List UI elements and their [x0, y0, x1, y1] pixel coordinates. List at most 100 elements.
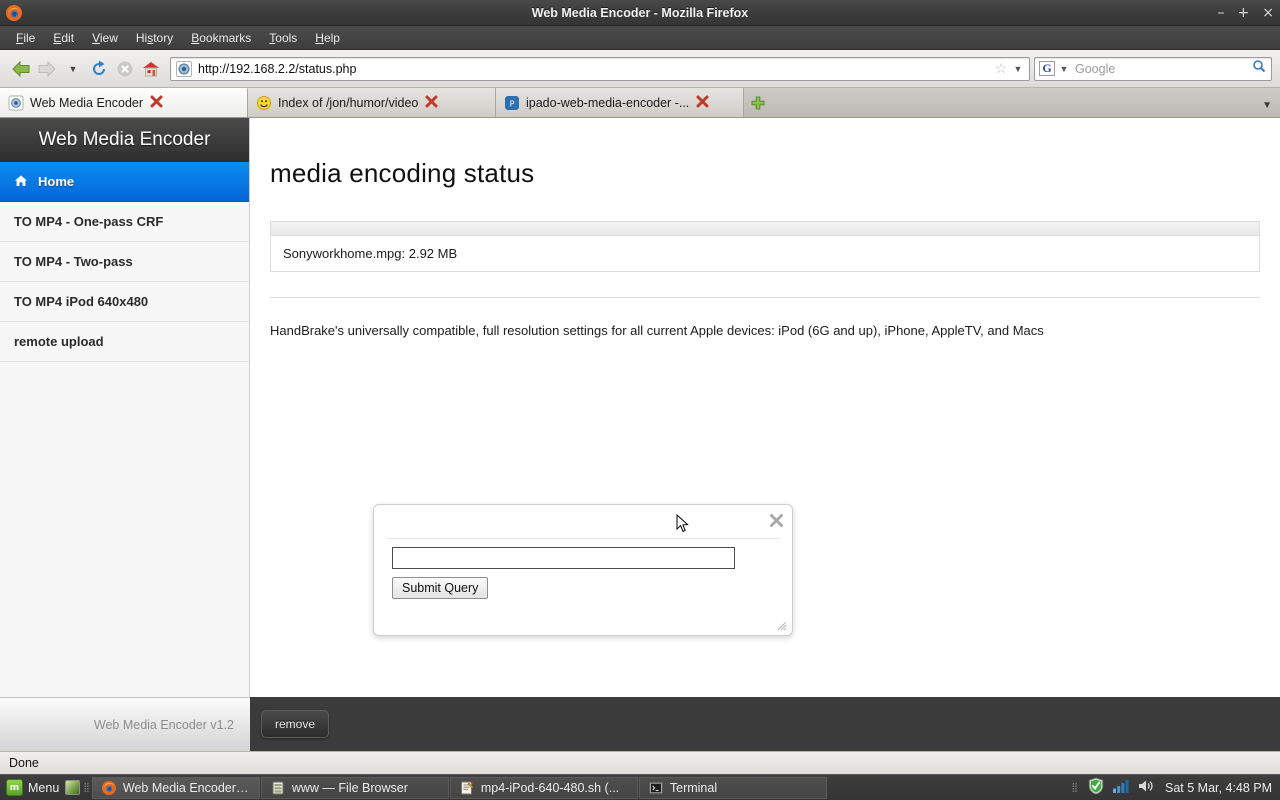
mint-logo-icon: m: [6, 779, 23, 796]
file-list-panel-header: [271, 222, 1259, 236]
new-tab-button[interactable]: [744, 88, 772, 117]
upload-modal-dialog[interactable]: Submit Query: [373, 504, 793, 636]
browser-tab-1[interactable]: Index of /jon/humor/video: [248, 88, 496, 117]
browser-statusbar: Done: [0, 751, 1280, 774]
sidebar-item-label: TO MP4 - One-pass CRF: [14, 214, 164, 229]
menu-help[interactable]: Help: [307, 28, 348, 48]
window-titlebar: Web Media Encoder - Mozilla Firefox – + …: [0, 0, 1280, 26]
taskbar-window-file-browser[interactable]: www — File Browser: [260, 776, 449, 799]
back-arrow-icon[interactable]: [8, 56, 34, 82]
taskbar-window-label: www — File Browser: [291, 780, 408, 795]
menu-tools[interactable]: Tools: [261, 28, 305, 48]
taskbar-window-script-editor[interactable]: mp4-iPod-640-480.sh (...: [449, 776, 638, 799]
file-list-panel: Sonyworkhome.mpg: 2.92 MB: [270, 221, 1260, 272]
home-icon[interactable]: [138, 56, 164, 82]
menu-view[interactable]: View: [84, 28, 126, 48]
sidebar-item-to-mp4-two-pass[interactable]: TO MP4 - Two-pass: [0, 242, 249, 282]
close-button[interactable]: ×: [1262, 6, 1274, 20]
star-icon[interactable]: ☆: [992, 60, 1010, 77]
file-browser-icon: [270, 780, 286, 796]
smiley-favicon-icon: [256, 95, 272, 111]
resize-grip-icon[interactable]: [776, 620, 788, 632]
page-title: media encoding status: [270, 158, 535, 188]
close-icon[interactable]: [149, 95, 163, 111]
sidebar-item-to-mp4-one-pass-crf[interactable]: TO MP4 - One-pass CRF: [0, 202, 249, 242]
sidebar-item-home[interactable]: Home: [0, 162, 249, 202]
tab-bar: Web Media Encoder Index of /jon/humor/vi…: [0, 88, 1280, 118]
network-signal-icon[interactable]: [1112, 778, 1130, 797]
sidebar-item-label: remote upload: [14, 334, 104, 349]
file-list-item: Sonyworkhome.mpg: 2.92 MB: [271, 236, 1259, 271]
maximize-button[interactable]: +: [1238, 6, 1250, 20]
submit-query-button[interactable]: Submit Query: [392, 577, 489, 599]
minimize-button[interactable]: –: [1218, 6, 1225, 20]
menu-history[interactable]: History: [128, 28, 181, 48]
chevron-down-icon[interactable]: ▼: [1010, 64, 1026, 74]
navigation-toolbar: ▼ http://192.168.2.2/status.php ☆ ▼ G ▼ …: [0, 50, 1280, 88]
tab-label: ipado-web-media-encoder -...: [526, 95, 690, 110]
search-bar[interactable]: G ▼ Google: [1034, 56, 1272, 81]
url-bar[interactable]: http://192.168.2.2/status.php ☆ ▼: [170, 56, 1030, 81]
chevron-down-icon[interactable]: ▼: [1057, 64, 1071, 74]
text-editor-icon: [459, 780, 475, 796]
app-brand-title: Web Media Encoder: [0, 118, 249, 162]
menu-file[interactable]: File: [8, 28, 43, 48]
menu-bookmarks[interactable]: Bookmarks: [183, 28, 259, 48]
menu-label: Menu: [28, 780, 60, 795]
content-footer: remove: [250, 697, 1280, 751]
project-favicon-icon: P: [504, 95, 520, 111]
window-controls: – + ×: [1218, 0, 1274, 26]
close-icon[interactable]: [424, 95, 438, 111]
clock[interactable]: Sat 5 Mar, 4:48 PM: [1162, 781, 1272, 795]
menubar: File Edit View History Bookmarks Tools H…: [0, 26, 1280, 50]
start-menu-button[interactable]: m Menu: [0, 775, 65, 800]
taskbar-window-terminal[interactable]: Terminal: [638, 776, 827, 799]
close-icon[interactable]: [769, 513, 784, 532]
page-viewport: Web Media Encoder Home TO MP4 - One-pass…: [0, 118, 1280, 751]
show-desktop-icon[interactable]: [65, 780, 81, 795]
shield-update-icon[interactable]: [1087, 777, 1105, 798]
stop-icon: [112, 56, 138, 82]
taskbar-window-firefox[interactable]: Web Media Encoder - ...: [91, 776, 260, 799]
firefox-icon: [101, 780, 117, 796]
browser-tab-2[interactable]: P ipado-web-media-encoder -...: [496, 88, 744, 117]
globe-favicon-icon: [8, 95, 24, 111]
taskbar-grip[interactable]: ⣿: [80, 782, 92, 793]
sidebar-footer: Web Media Encoder v1.2: [0, 697, 250, 751]
sidebar-item-label: TO MP4 iPod 640x480: [14, 294, 149, 309]
forward-arrow-icon: [34, 56, 60, 82]
tab-label: Web Media Encoder: [30, 96, 144, 110]
sidebar-item-remote-upload[interactable]: remote upload: [0, 322, 249, 362]
list-all-tabs-icon[interactable]: ▼: [1262, 100, 1272, 111]
close-icon[interactable]: [695, 95, 709, 111]
window-title: Web Media Encoder - Mozilla Firefox: [531, 5, 749, 20]
sidebar-item-label: TO MP4 - Two-pass: [14, 254, 133, 269]
sidebar: Web Media Encoder Home TO MP4 - One-pass…: [0, 118, 250, 751]
taskbar-window-label: Terminal: [669, 780, 718, 795]
sidebar-item-label: Home: [38, 174, 75, 189]
remove-button[interactable]: remove: [261, 710, 330, 738]
description-text: HandBrake's universally compatible, full…: [270, 323, 1044, 338]
file-name-and-size: Sonyworkhome.mpg: 2.92 MB: [283, 246, 458, 261]
sidebar-item-to-mp4-ipod-640x480[interactable]: TO MP4 iPod 640x480: [0, 282, 249, 322]
status-text: Done: [9, 756, 39, 770]
history-dropdown-icon[interactable]: ▼: [60, 56, 86, 82]
browser-tab-0[interactable]: Web Media Encoder: [0, 88, 248, 117]
url-input-field[interactable]: [392, 547, 735, 569]
url-text[interactable]: http://192.168.2.2/status.php: [196, 62, 992, 76]
main-content: media encoding status Sonyworkhome.mpg: …: [250, 118, 1280, 751]
system-tray: ⣿ Sat 5 Mar, 4:48 PM: [1068, 777, 1280, 798]
tab-label: Index of /jon/humor/video: [278, 95, 419, 110]
desktop-taskbar: m Menu ⣿ Web Media Encoder - ... www — F…: [0, 774, 1280, 800]
terminal-icon: [648, 780, 664, 796]
tray-grip[interactable]: ⣿: [1068, 782, 1080, 793]
magnifier-icon[interactable]: [1250, 59, 1268, 78]
google-engine-icon[interactable]: G: [1039, 61, 1055, 76]
volume-icon[interactable]: [1137, 778, 1155, 797]
taskbar-window-label: Web Media Encoder - ...: [122, 780, 251, 795]
app-version-label: Web Media Encoder v1.2: [93, 717, 234, 732]
svg-text:P: P: [510, 99, 515, 108]
search-input[interactable]: Google: [1071, 62, 1250, 76]
reload-icon[interactable]: [86, 56, 112, 82]
menu-edit[interactable]: Edit: [45, 28, 82, 48]
